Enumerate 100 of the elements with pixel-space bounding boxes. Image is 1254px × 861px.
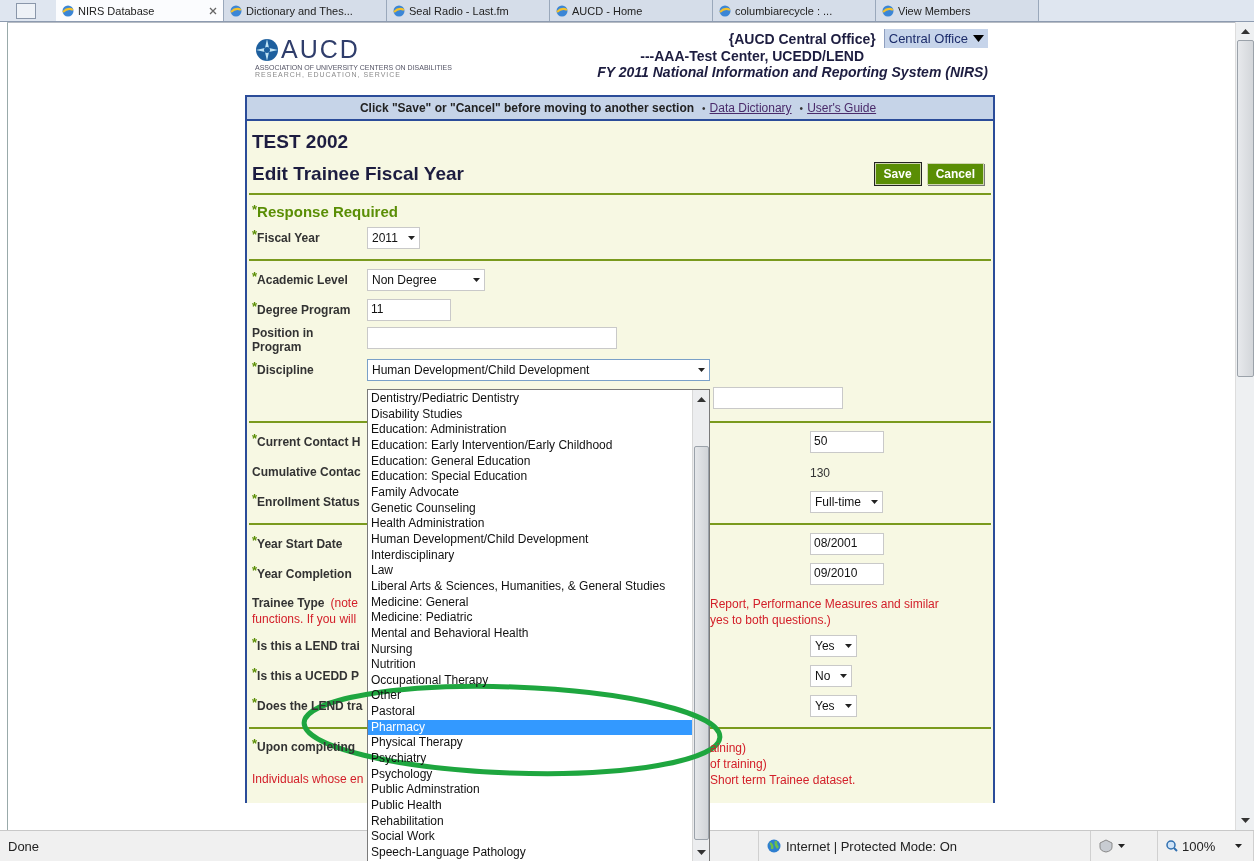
ie-icon [230,4,242,17]
list-option[interactable]: Disability Studies [368,406,692,423]
browser-tab[interactable]: View Members [876,0,1039,21]
close-icon [209,6,217,15]
list-option[interactable]: Public Adminstration [368,782,692,799]
list-option[interactable]: Dentistry/Pediatric Dentistry [368,391,692,407]
note-text: of training) [710,757,767,771]
list-option[interactable]: Occupational Therapy [368,672,692,689]
office-dropdown[interactable]: Central Office [883,29,988,48]
text-field[interactable] [367,327,617,349]
list-option[interactable]: Family Advocate [368,484,692,501]
caret-icon [698,368,705,372]
field-label: Position in Program [252,326,315,354]
caret-icon [1235,844,1243,848]
list-option[interactable]: Health Administration [368,516,692,532]
scrollbar[interactable] [692,390,709,861]
list-option[interactable]: Education: Special Education [368,469,692,485]
list-option[interactable]: Nursing [368,641,692,658]
note-text: Report, Performance Measures and similar [710,597,939,611]
office-title: {AUCD Central Office} [728,30,876,47]
note-text: functions. If you will [252,612,357,626]
select-field[interactable]: Full-time [810,491,883,513]
select-field[interactable]: Yes [810,695,857,717]
caret-icon [472,278,480,282]
note-text: Short term Trainee dataset. [710,773,856,787]
bullet: • [799,102,804,114]
list-option[interactable]: Liberal Arts & Sciences, Humanities, & General Studies [368,578,692,595]
note-text: Individuals whose en [252,772,364,786]
text-field[interactable]: 08/2001 [810,533,884,555]
select-field[interactable]: 2011 [367,227,420,249]
scroll-up-icon [1240,29,1250,34]
zoom-icon [1166,840,1178,852]
ie-icon [393,4,405,17]
required-note: $^{*}$Response Required [252,202,399,220]
list-option[interactable]: Speech-Language Pathology [368,845,692,861]
shield-icon [1099,839,1113,853]
list-option[interactable]: Education: General Education [368,453,692,470]
select-field[interactable]: Non Degree [367,269,485,291]
ie-icon [882,4,894,17]
field-label: Trainee Type [252,596,325,610]
link[interactable]: Data Dictionary [709,101,792,115]
security-zone: Internet | Protected Mode: On [786,838,958,854]
ie-icon [719,4,731,17]
caret-icon [973,35,984,42]
notice-text: Click "Save" or "Cancel" before moving to another section [359,101,695,115]
text-field[interactable] [713,387,843,409]
text-field[interactable]: 11 [367,299,451,321]
caret-icon [1118,844,1125,848]
center-name: ---AAA-Test Center, UCEDD/LEND [640,48,864,64]
list-option[interactable]: Medicine: General [368,594,692,611]
browser-tab[interactable]: columbiarecycle : ... [713,0,876,21]
scroll-up-icon [696,397,706,402]
list-option[interactable]: Genetic Counseling [368,500,692,517]
ie-icon [62,4,74,17]
field-label: Cumulative Contac [252,465,361,479]
list-option[interactable]: Interdisciplinary [368,547,692,564]
select-field[interactable]: Yes [810,635,857,657]
caret-icon [844,704,852,708]
text-field[interactable]: 50 [810,431,884,453]
browser-tab[interactable]: Seal Radio - Last.fm [387,0,550,21]
list-option[interactable]: Law [368,563,692,579]
cancel-button[interactable]: Cancel [926,163,984,185]
caret-icon [407,236,415,240]
link[interactable]: User's Guide [807,101,877,115]
list-option[interactable]: Education: Administration [368,422,692,438]
select-field[interactable]: Human Development/Child Development [367,359,710,381]
browser-tab[interactable]: Dictionary and Thes... [224,0,387,21]
list-option[interactable]: Human Development/Child Development [368,531,692,548]
ie-icon [556,4,568,17]
scrollbar[interactable] [1235,22,1254,830]
list-option[interactable]: Education: Early Intervention/Early Childhood [368,437,692,454]
field-value: 130 [810,466,831,480]
select-field[interactable]: No [810,665,853,687]
tab-list-button[interactable] [16,3,36,19]
browser-tab[interactable]: AUCD - Home [550,0,713,21]
text-field[interactable]: 09/2010 [810,563,884,585]
list-option[interactable]: Psychology [368,766,692,783]
globe-icon [767,839,781,853]
scroll-down-icon [1240,818,1250,823]
list-option[interactable]: Nutrition [368,657,692,673]
list-option[interactable]: Rehabilitation [368,813,692,830]
list-option[interactable]: Public Health [368,798,692,814]
logo-text: AUCD [281,35,360,64]
system-title: FY 2011 National Information and Reporting System (NIRS) [597,64,988,80]
status-text: Done [8,838,40,854]
bullet: • [702,102,706,114]
list-option[interactable]: Medicine: Pediatric [368,610,692,626]
scroll-down-icon [696,850,706,855]
list-option[interactable]: Mental and Behavioral Health [368,625,692,642]
note-text: yes to both questions.) [710,613,831,627]
zoom-button[interactable]: 100% [1158,831,1254,861]
save-button[interactable]: Save [874,163,921,185]
list-option[interactable]: Physical Therapy [368,735,692,752]
caret-icon [871,500,878,504]
list-option[interactable]: Pastoral [368,704,692,720]
caret-icon [840,674,848,678]
browser-tab[interactable]: NIRS Database [56,0,224,21]
caret-icon [844,644,852,648]
record-title: TEST 2002 [252,130,350,153]
list-option[interactable]: Social Work [368,829,692,846]
